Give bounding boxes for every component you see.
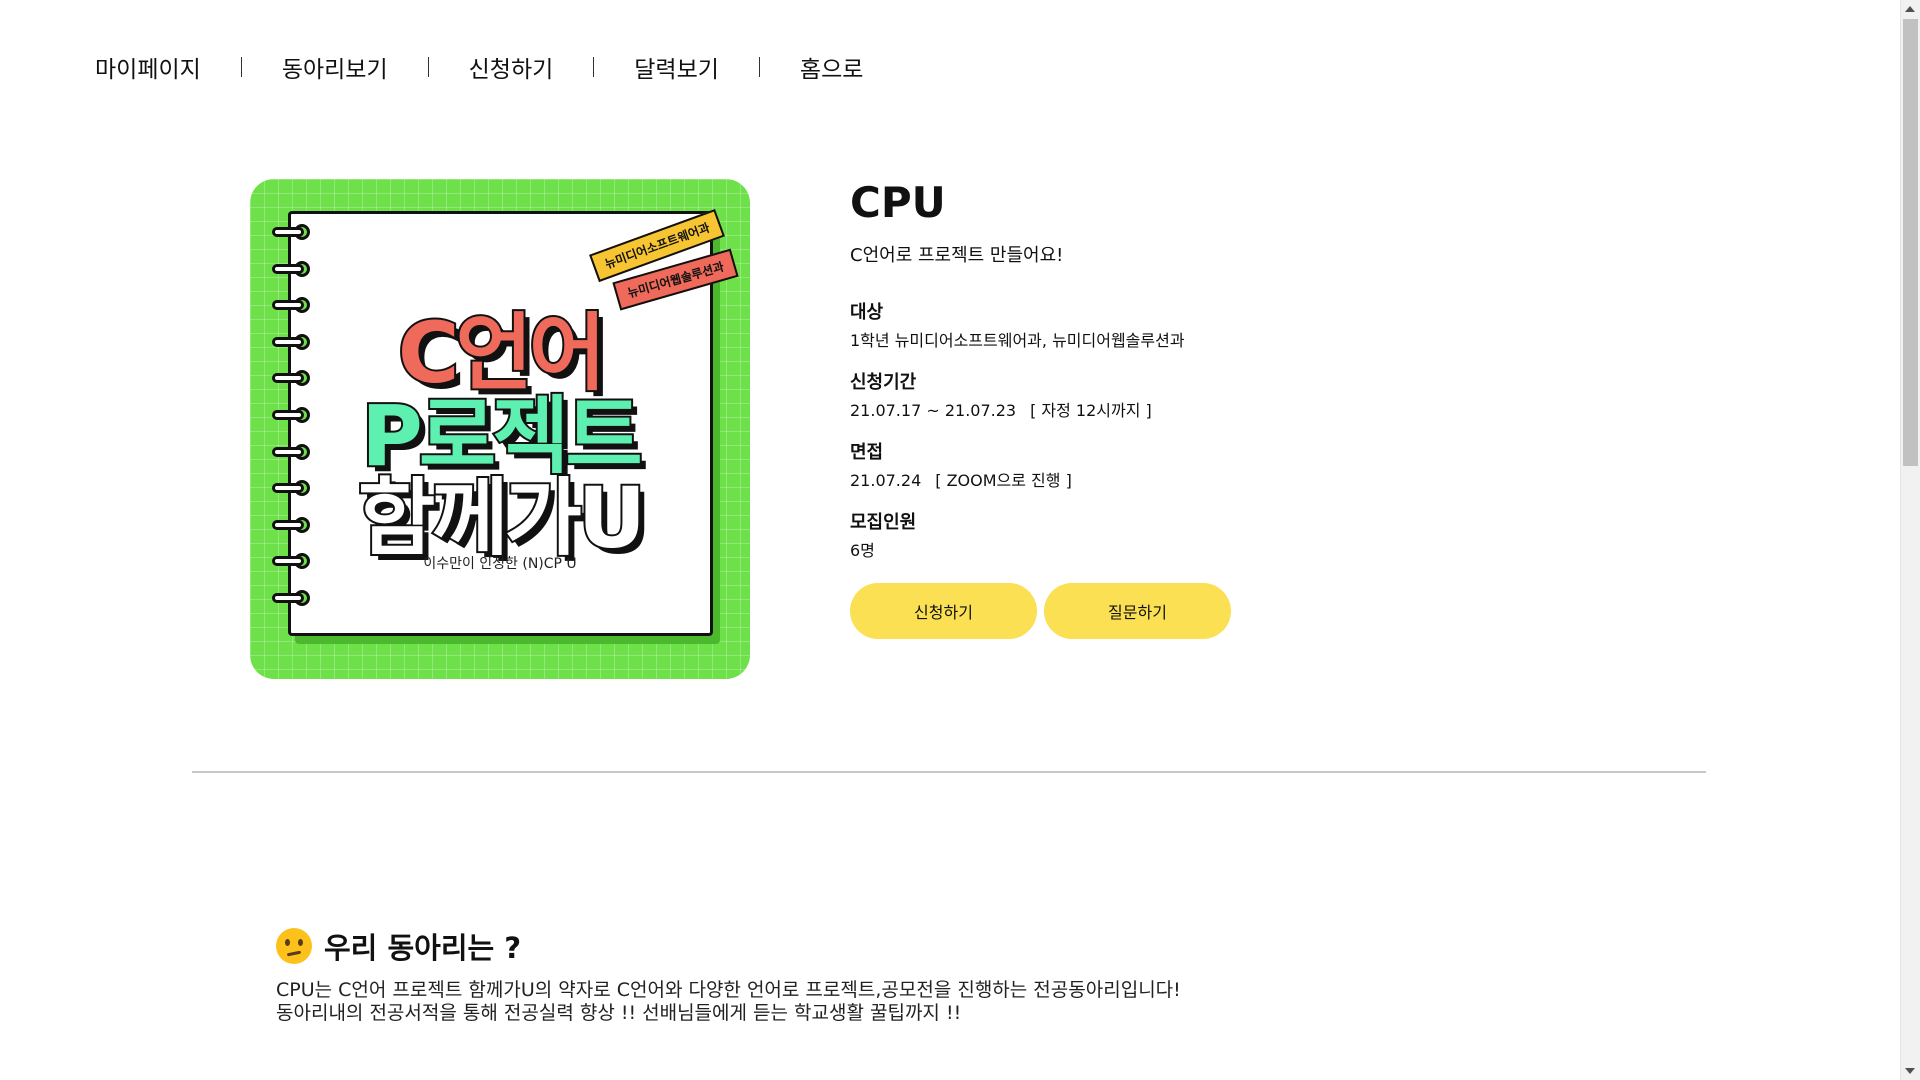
nav-clubs-link[interactable]: 동아리보기 <box>282 50 388 84</box>
interview-note: [ ZOOM으로 진행 ] <box>935 471 1072 490</box>
nav-calendar-link[interactable]: 달력보기 <box>634 50 719 84</box>
capacity-label: 모집인원 <box>850 512 917 533</box>
about-line-1: CPU는 C언어 프로젝트 함께가U의 약자로 C언어와 다양한 언어로 프로젝… <box>276 979 1181 1001</box>
scroll-up-arrow-icon[interactable] <box>1905 6 1915 12</box>
about-line-2: 동아리내의 전공서적을 통해 전공실력 향상 !! 선배님들에게 듣는 학교생활… <box>276 1002 962 1024</box>
spiral-ring-bar <box>272 593 304 603</box>
about-section: 우리 동아리는 ? CPU는 C언어 프로젝트 함께가U의 약자로 C언어와 다… <box>276 925 1476 1025</box>
poster-caption: 이수만이 인정한 (N)CP U <box>423 556 577 572</box>
about-text: CPU는 C언어 프로젝트 함께가U의 약자로 C언어와 다양한 언어로 프로젝… <box>276 979 1476 1025</box>
capacity-value: 6명 <box>850 541 875 560</box>
nav-home-link[interactable]: 홈으로 <box>800 50 863 84</box>
spiral-ring-bar <box>272 227 304 237</box>
vertical-scrollbar[interactable] <box>1900 0 1920 1080</box>
apply-button[interactable]: 신청하기 <box>850 583 1037 639</box>
spiral-ring <box>272 224 316 240</box>
spiral-ring <box>272 590 316 606</box>
interview-label: 면접 <box>850 442 884 463</box>
nav-separator <box>758 57 760 77</box>
nav-apply-link[interactable]: 신청하기 <box>469 50 554 84</box>
about-title: 우리 동아리는 ? <box>324 931 522 965</box>
top-nav: 마이페이지 동아리보기 신청하기 달력보기 홈으로 <box>95 50 863 84</box>
scroll-down-arrow-icon[interactable] <box>1905 1068 1915 1074</box>
section-divider <box>192 771 1706 773</box>
nav-mypage-link[interactable]: 마이페이지 <box>95 50 201 84</box>
period-row: 21.07.17 ~ 21.07.23 [ 자정 12시까지 ] <box>850 397 1350 425</box>
club-info-panel: CPU C언어로 프로젝트 만들어요! 대상 1학년 뉴미디어소프트웨어과, 뉴… <box>850 175 1350 639</box>
period-value: 21.07.17 ~ 21.07.23 <box>850 401 1017 420</box>
club-poster-image: 뉴미디어소프트웨어과 뉴미디어웹솔루션과 C언어 P로젝트 함께가U 이수만이 … <box>250 179 750 679</box>
interview-value: 21.07.24 <box>850 471 922 490</box>
club-description: C언어로 프로젝트 만들어요! <box>850 245 1064 266</box>
club-name: CPU <box>850 178 946 227</box>
question-button[interactable]: 질문하기 <box>1044 583 1231 639</box>
scrollbar-thumb[interactable] <box>1903 19 1918 466</box>
action-buttons: 신청하기 질문하기 <box>850 583 1350 639</box>
target-label: 대상 <box>850 302 884 323</box>
period-label: 신청기간 <box>850 372 917 393</box>
spiral-ring <box>272 260 316 277</box>
nav-separator <box>593 57 595 77</box>
thinking-face-icon <box>276 928 312 964</box>
page: 마이페이지 동아리보기 신청하기 달력보기 홈으로 뉴미디어소프트웨어과 뉴미디… <box>0 0 1920 1080</box>
period-note: [ 자정 12시까지 ] <box>1030 401 1152 420</box>
nav-separator <box>240 57 242 77</box>
about-heading: 우리 동아리는 ? <box>276 925 1476 967</box>
spiral-ring-bar <box>272 263 304 274</box>
target-value: 1학년 뉴미디어소프트웨어과, 뉴미디어웹솔루션과 <box>850 331 1185 350</box>
nav-separator <box>427 57 429 77</box>
interview-row: 21.07.24 [ ZOOM으로 진행 ] <box>850 467 1350 495</box>
